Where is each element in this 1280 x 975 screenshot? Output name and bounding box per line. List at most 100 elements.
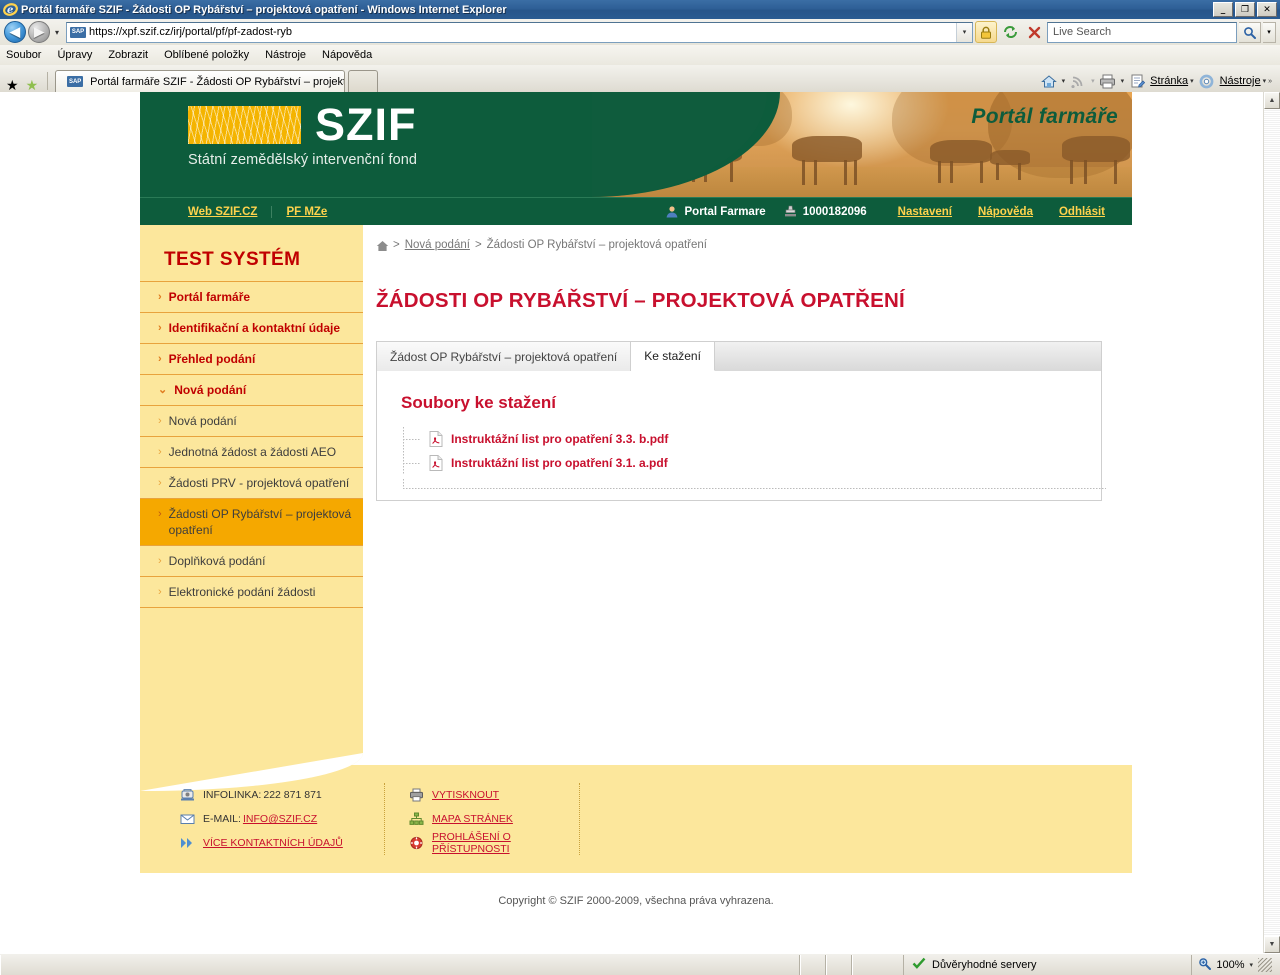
szif-logo-mark [188,106,301,144]
favorites-center-icon[interactable]: ★ [4,78,21,92]
page-menu-label[interactable]: Stránka [1150,75,1188,87]
add-to-favorites-icon[interactable]: ★ [24,78,41,92]
szif-logo-text: SZIF [315,99,417,150]
page-scrollbar[interactable]: ▲ ▼ [1263,92,1280,953]
tab-zadost-op-rybarstvi[interactable]: Žádost OP Rybářství – projektová opatřen… [377,342,632,371]
sidebar-item-jednotna-zadost-aeo[interactable]: › Jednotná žádost a žádosti AEO [140,436,363,467]
back-button[interactable]: ◀ [4,21,26,43]
zoom-control[interactable]: 100% ▾ [1191,954,1280,975]
page-icon[interactable] [1126,70,1148,92]
tab-label: Portál farmáře SZIF - Žádosti OP Rybářst… [90,75,346,88]
chevron-right-icon: › [158,508,162,520]
file-tree-terminator [401,479,1106,489]
menu-nastroje[interactable]: Nástroje [265,49,306,61]
page-body: TEST SYSTÉM › Portál farmáře › Identifik… [140,225,1132,791]
feeds-dropdown-icon[interactable]: ▾ [1091,77,1095,85]
nav-link-napoveda[interactable]: Nápověda [965,206,1046,218]
breadcrumb-current: Žádosti OP Rybářství – projektová opatře… [486,239,707,251]
footer-sitemap: MAPA STRÁNEK [409,807,555,831]
sidebar-item-doplnkova-podani[interactable]: › Doplňková podání [140,545,363,576]
browser-tab-active[interactable]: SAP Portál farmáře SZIF - Žádosti OP Ryb… [55,70,346,92]
sidebar-item-zadosti-prv[interactable]: › Žádosti PRV - projektová opatření [140,467,363,498]
tools-menu-dropdown-icon[interactable]: ▾ [1263,77,1267,85]
list-item[interactable]: Instruktážní list pro opatření 3.1. a.pd… [401,451,1101,475]
menu-napoveda[interactable]: Nápověda [322,49,372,61]
footer-email-link[interactable]: INFO@SZIF.CZ [243,813,317,825]
section-title: Soubory ke stažení [401,393,556,412]
sidebar-item-prehled-podani[interactable]: › Přehled podání [140,343,363,374]
file-list: Instruktážní list pro opatření 3.3. b.pd… [401,427,1106,489]
phone-icon [180,788,195,802]
home-dropdown-icon[interactable]: ▾ [1062,77,1066,85]
history-dropdown-icon[interactable]: ▾ [52,28,62,37]
file-link[interactable]: Instruktážní list pro opatření 3.3. b.pd… [451,432,668,446]
sidebar-item-label: Žádosti OP Rybářství – projektová opatře… [168,507,352,537]
file-link[interactable]: Instruktážní list pro opatření 3.1. a.pd… [451,456,668,470]
page-menu-dropdown-icon[interactable]: ▾ [1190,77,1194,85]
sidebar-item-label: Nová podání [174,383,247,397]
footer-accessibility-link[interactable]: PROHLÁŠENÍ O PŘÍSTUPNOSTI [432,831,555,855]
stop-icon[interactable] [1023,21,1045,43]
zoom-dropdown-icon[interactable]: ▾ [1249,961,1253,969]
refresh-icon[interactable] [999,21,1021,43]
home-icon[interactable] [376,240,389,251]
menu-soubor[interactable]: Soubor [6,49,41,61]
breadcrumb: > Nová podání > Žádosti OP Rybářství – p… [376,239,1102,251]
menu-oblibene-polozky[interactable]: Oblíbené položky [164,49,249,61]
address-input[interactable]: https://xpf.szif.cz/irj/portal/pf/pf-zad… [89,26,956,38]
scroll-down-button[interactable]: ▼ [1264,936,1280,953]
minimize-button[interactable]: _ [1213,2,1233,17]
security-zone[interactable]: Důvěryhodné servery [904,957,1191,972]
sidebar-item-nova-podani-group[interactable]: ⌄ Nová podání [140,374,363,405]
check-icon [912,957,926,972]
address-dropdown-icon[interactable]: ▾ [956,22,972,42]
sidebar-item-elektronicke-podani[interactable]: › Elektronické podání žádosti [140,576,363,608]
home-icon[interactable] [1038,70,1060,92]
chevron-right-icon: › [158,353,162,365]
search-icon[interactable] [1239,21,1261,43]
browser-menubar: Soubor Úpravy Zobrazit Oblíbené položky … [0,45,1280,65]
tools-menu-label[interactable]: Nástroje [1220,75,1261,87]
szif-logo[interactable]: SZIF Státní zemědělský intervenční fond [188,99,417,168]
new-tab-button[interactable] [348,70,379,92]
toolbar-overflow-icon[interactable]: » [1268,78,1272,85]
search-provider-dropdown-icon[interactable]: ▾ [1263,21,1276,43]
sidebar-item-nova-podani[interactable]: › Nová podání [140,405,363,436]
print-dropdown-icon[interactable]: ▾ [1121,77,1125,85]
footer-sitemap-link[interactable]: MAPA STRÁNEK [432,813,513,825]
menu-zobrazit[interactable]: Zobrazit [108,49,148,61]
sidebar-item-label: Portál farmáře [168,290,251,304]
search-input[interactable]: Live Search [1047,21,1237,43]
nav-link-pf-mze[interactable]: PF MZe [272,206,341,218]
sidebar-item-identifikacni-udaje[interactable]: › Identifikační a kontaktní údaje [140,312,363,343]
sidebar-item-portal-farmare[interactable]: › Portál farmáře [140,281,363,312]
footer-more-contacts-link[interactable]: VÍCE KONTAKTNÍCH ÚDAJŮ [203,837,343,849]
nav-link-web-szif[interactable]: Web SZIF.CZ [188,205,273,218]
sidebar-item-label: Doplňková podání [168,554,266,568]
feeds-icon[interactable] [1067,70,1089,92]
resize-grip[interactable] [1258,957,1272,972]
maximize-button[interactable]: ❐ [1235,2,1255,17]
close-button[interactable]: ✕ [1257,2,1277,17]
stamp-icon [784,205,797,218]
nav-link-odhlasit[interactable]: Odhlásit [1046,206,1118,218]
chevron-right-icon: › [158,322,162,334]
tab-ke-stazeni[interactable]: Ke stažení [631,342,715,371]
footer-print-link[interactable]: VYTISKNOUT [432,789,499,801]
user-id-block: 1000182096 [784,205,867,218]
footer-email-label: E-MAIL: [203,813,241,825]
gear-icon[interactable] [1196,70,1218,92]
nav-link-nastaveni[interactable]: Nastavení [885,206,965,218]
zoom-icon [1198,957,1212,973]
forward-button[interactable]: ▶ [28,21,50,43]
list-item[interactable]: Instruktážní list pro opatření 3.3. b.pd… [401,427,1101,451]
breadcrumb-link-nova-podani[interactable]: Nová podání [405,239,470,251]
print-icon[interactable] [1097,70,1119,92]
menu-upravy[interactable]: Úpravy [57,49,92,61]
user-icon [665,205,679,218]
address-bar[interactable]: SAP https://xpf.szif.cz/irj/portal/pf/pf… [66,21,973,43]
scroll-up-button[interactable]: ▲ [1264,92,1280,109]
zoom-level-label: 100% [1216,958,1245,971]
sidebar-item-zadosti-op-rybarstvi[interactable]: › Žádosti OP Rybářství – projektová opat… [140,498,363,545]
lock-icon[interactable] [975,21,997,43]
